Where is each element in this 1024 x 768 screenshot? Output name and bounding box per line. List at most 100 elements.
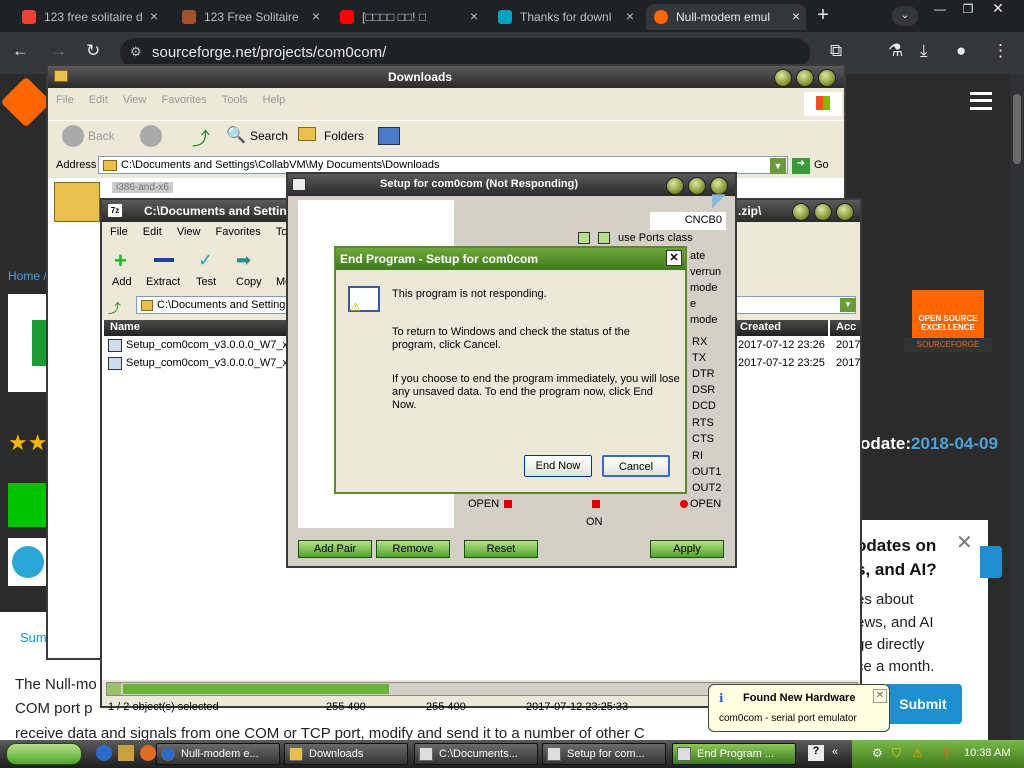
menu-file[interactable]: File xyxy=(56,94,74,106)
reset-button[interactable]: Reset xyxy=(464,540,538,558)
column-header-accessed[interactable]: Acc xyxy=(830,320,860,336)
taskbar-item-downloads[interactable]: Downloads xyxy=(284,743,408,765)
download-button[interactable] xyxy=(8,483,48,527)
remove-button[interactable]: Remove xyxy=(376,540,450,558)
security-shield-icon[interactable]: ⛉ xyxy=(892,746,901,761)
column-header-name[interactable]: Name xyxy=(104,320,290,336)
ie-quicklaunch-icon[interactable] xyxy=(96,745,112,761)
port-name-field[interactable]: CNCB0 xyxy=(650,212,726,230)
maximize-button[interactable]: ❐ xyxy=(958,2,978,18)
profile-icon[interactable]: ● xyxy=(956,41,966,61)
start-button[interactable] xyxy=(6,743,82,765)
address-dropdown-button[interactable]: ▼ xyxy=(770,158,786,174)
taskbar-item-end-program[interactable]: End Program ... xyxy=(672,743,796,765)
menu-file[interactable]: File xyxy=(110,226,128,238)
help-icon[interactable]: ? xyxy=(808,745,824,761)
labs-flask-icon[interactable]: ⚗ xyxy=(888,41,903,61)
test-button[interactable]: Test xyxy=(196,276,216,288)
download-icon[interactable]: ⤓ xyxy=(920,41,928,61)
back-arrow-icon[interactable]: ← xyxy=(12,41,29,61)
desktop-quicklaunch-icon[interactable] xyxy=(118,745,134,761)
close-tab-icon[interactable]: × xyxy=(150,8,158,24)
add-pair-button[interactable]: Add Pair xyxy=(298,540,372,558)
breadcrumb[interactable]: Home / xyxy=(8,269,47,283)
clock[interactable]: 10:38 AM xyxy=(964,747,1010,759)
sourceforge-logo-icon[interactable] xyxy=(0,76,52,128)
go-button[interactable]: Go xyxy=(814,159,829,171)
column-header-created[interactable]: Created xyxy=(734,320,828,336)
add-button[interactable]: Add xyxy=(112,276,132,288)
apply-button[interactable]: Apply xyxy=(650,540,724,558)
copy-arrow-icon[interactable]: ➡ xyxy=(236,250,251,271)
close-balloon-icon[interactable]: ✕ xyxy=(873,689,887,703)
browser-tab-5-active[interactable]: Null-modem emul × xyxy=(646,4,806,30)
back-arrow-icon[interactable] xyxy=(62,125,84,147)
close-tab-icon[interactable]: × xyxy=(792,8,800,24)
cancel-button[interactable]: Cancel xyxy=(602,455,670,477)
submit-button[interactable]: Submit xyxy=(884,684,962,724)
close-button[interactable]: ✕ xyxy=(666,250,682,266)
menu-view[interactable]: View xyxy=(123,94,147,106)
close-button[interactable] xyxy=(836,203,854,221)
add-icon[interactable]: + xyxy=(114,248,127,274)
scroll-thumb[interactable] xyxy=(123,684,389,694)
taskbar-item-7zip[interactable]: C:\Documents... xyxy=(414,743,538,765)
up-folder-icon[interactable]: ⤴ xyxy=(108,298,121,317)
close-tab-icon[interactable]: × xyxy=(470,8,478,24)
option-checkbox[interactable] xyxy=(578,232,590,244)
tab-summary[interactable]: Sum xyxy=(20,630,47,645)
explorer-titlebar[interactable]: Downloads xyxy=(48,66,844,88)
taskbar-item-setup[interactable]: Setup for com... xyxy=(542,743,666,765)
reload-icon[interactable]: ↻ xyxy=(86,41,100,61)
menu-edit[interactable]: Edit xyxy=(89,94,108,106)
new-tab-button[interactable]: + xyxy=(812,4,834,26)
minimize-button[interactable] xyxy=(774,69,792,87)
browser-tab-2[interactable]: 123 Free Solitaire × xyxy=(174,4,326,30)
search-icon[interactable]: 🔍 xyxy=(226,125,246,145)
maximize-button[interactable] xyxy=(796,69,814,87)
new-hardware-balloon[interactable]: ℹ Found New Hardware ✕ com0com - serial … xyxy=(708,684,890,732)
search-tray-icon[interactable]: ⚲ xyxy=(942,746,951,760)
close-tab-icon[interactable]: × xyxy=(312,8,320,24)
close-popup-icon[interactable]: ✕ xyxy=(956,530,973,555)
minimize-button[interactable] xyxy=(666,177,684,195)
up-folder-icon[interactable]: ⤴ xyxy=(192,125,210,151)
menu-tools[interactable]: Tools xyxy=(222,94,248,106)
menu-favorites[interactable]: Favorites xyxy=(216,226,261,238)
warning-tray-icon[interactable]: ⚠ xyxy=(912,746,923,760)
maximize-button[interactable] xyxy=(688,177,706,195)
browser-tab-4[interactable]: Thanks for downl × xyxy=(490,4,640,30)
extract-button[interactable]: Extract xyxy=(146,276,180,288)
minimize-button[interactable] xyxy=(792,203,810,221)
site-info-icon[interactable]: ⚙ xyxy=(130,44,142,60)
maximize-button[interactable] xyxy=(814,203,832,221)
use-ports-class-checkbox[interactable] xyxy=(598,232,610,244)
browser-tab-1[interactable]: 123 free solitaire d × xyxy=(14,4,164,30)
menu-edit[interactable]: Edit xyxy=(143,226,162,238)
zip-folder-icon[interactable] xyxy=(54,182,100,222)
copy-button[interactable]: Copy xyxy=(236,276,262,288)
menu-favorites[interactable]: Favorites xyxy=(162,94,207,106)
tab-search-button[interactable]: ⌄ xyxy=(892,6,918,26)
media-quicklaunch-icon[interactable] xyxy=(140,745,156,761)
tray-expand-icon[interactable]: « xyxy=(832,746,838,758)
setup-titlebar[interactable]: Setup for com0com (Not Responding) xyxy=(288,174,735,196)
hardware-tray-icon[interactable]: ⚙ xyxy=(872,746,883,760)
go-arrow-icon[interactable]: ➜ xyxy=(792,158,810,174)
views-icon[interactable] xyxy=(378,127,400,145)
scroll-left-button[interactable] xyxy=(107,683,121,695)
hamburger-menu-icon[interactable] xyxy=(970,92,992,110)
forward-arrow-icon[interactable]: → xyxy=(50,41,67,61)
forward-arrow-icon[interactable] xyxy=(140,125,162,147)
menu-kebab-icon[interactable]: ⋮ xyxy=(992,41,1009,61)
taskbar-item-browser[interactable]: Null-modem e... xyxy=(156,743,280,765)
browser-tab-3[interactable]: [□□□□ □□! □ × xyxy=(332,4,484,30)
folders-icon[interactable] xyxy=(298,127,316,141)
end-program-titlebar[interactable]: End Program - Setup for com0com ✕ xyxy=(336,248,685,270)
test-check-icon[interactable]: ✓ xyxy=(198,250,213,271)
menu-help[interactable]: Help xyxy=(263,94,286,106)
end-now-button[interactable]: End Now xyxy=(524,455,592,477)
path-dropdown-button[interactable]: ▼ xyxy=(840,298,856,312)
email-input-edge[interactable] xyxy=(980,546,1002,578)
close-button[interactable] xyxy=(818,69,836,87)
